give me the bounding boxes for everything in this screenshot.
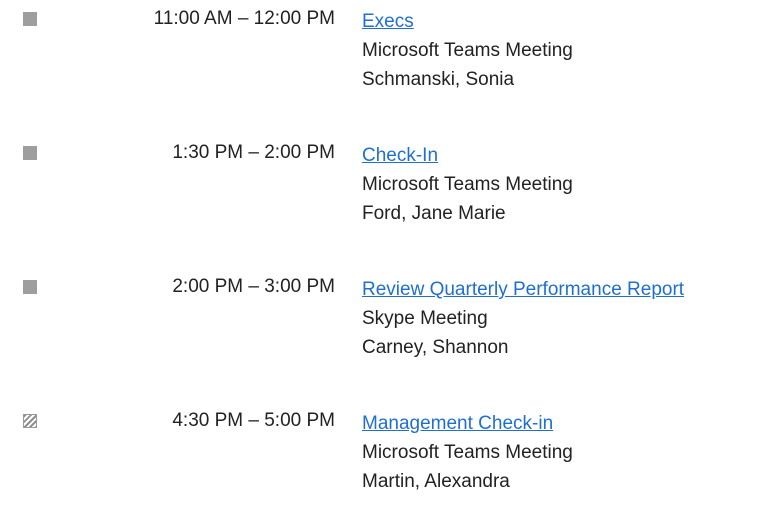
event-location: Skype Meeting (362, 308, 488, 329)
event-time: 2:00 PM – 3:00 PM (172, 276, 335, 297)
event-organizer: Martin, Alexandra (362, 471, 510, 492)
event-details: Execs Microsoft Teams Meeting Schmanski,… (362, 7, 777, 94)
event-organizer: Carney, Shannon (362, 337, 509, 358)
event-time: 4:30 PM – 5:00 PM (172, 410, 335, 431)
event-location: Microsoft Teams Meeting (362, 40, 573, 61)
event-details: Review Quarterly Performance Report Skyp… (362, 275, 777, 362)
event-location: Microsoft Teams Meeting (362, 174, 573, 195)
event-organizer: Ford, Jane Marie (362, 203, 506, 224)
agenda-event: 4:30 PM – 5:00 PM Management Check-in Mi… (0, 402, 780, 512)
event-time: 11:00 AM – 12:00 PM (153, 8, 335, 29)
busy-status-icon (23, 146, 37, 160)
busy-status-icon (23, 12, 37, 26)
event-subject-link[interactable]: Review Quarterly Performance Report (362, 275, 777, 304)
agenda-event: 1:30 PM – 2:00 PM Check-In Microsoft Tea… (0, 134, 780, 244)
busy-status-icon (23, 280, 37, 294)
agenda-event: 11:00 AM – 12:00 PM Execs Microsoft Team… (0, 0, 780, 110)
agenda-event: 2:00 PM – 3:00 PM Review Quarterly Perfo… (0, 268, 780, 378)
event-details: Check-In Microsoft Teams Meeting Ford, J… (362, 141, 777, 228)
event-time: 1:30 PM – 2:00 PM (172, 142, 335, 163)
event-subject-link[interactable]: Management Check-in (362, 409, 777, 438)
event-organizer: Schmanski, Sonia (362, 69, 515, 90)
event-location: Microsoft Teams Meeting (362, 442, 573, 463)
tentative-status-icon (23, 414, 37, 428)
event-subject-link[interactable]: Check-In (362, 141, 777, 170)
event-details: Management Check-in Microsoft Teams Meet… (362, 409, 777, 496)
agenda-list: 11:00 AM – 12:00 PM Execs Microsoft Team… (0, 0, 780, 508)
event-subject-link[interactable]: Execs (362, 7, 777, 36)
